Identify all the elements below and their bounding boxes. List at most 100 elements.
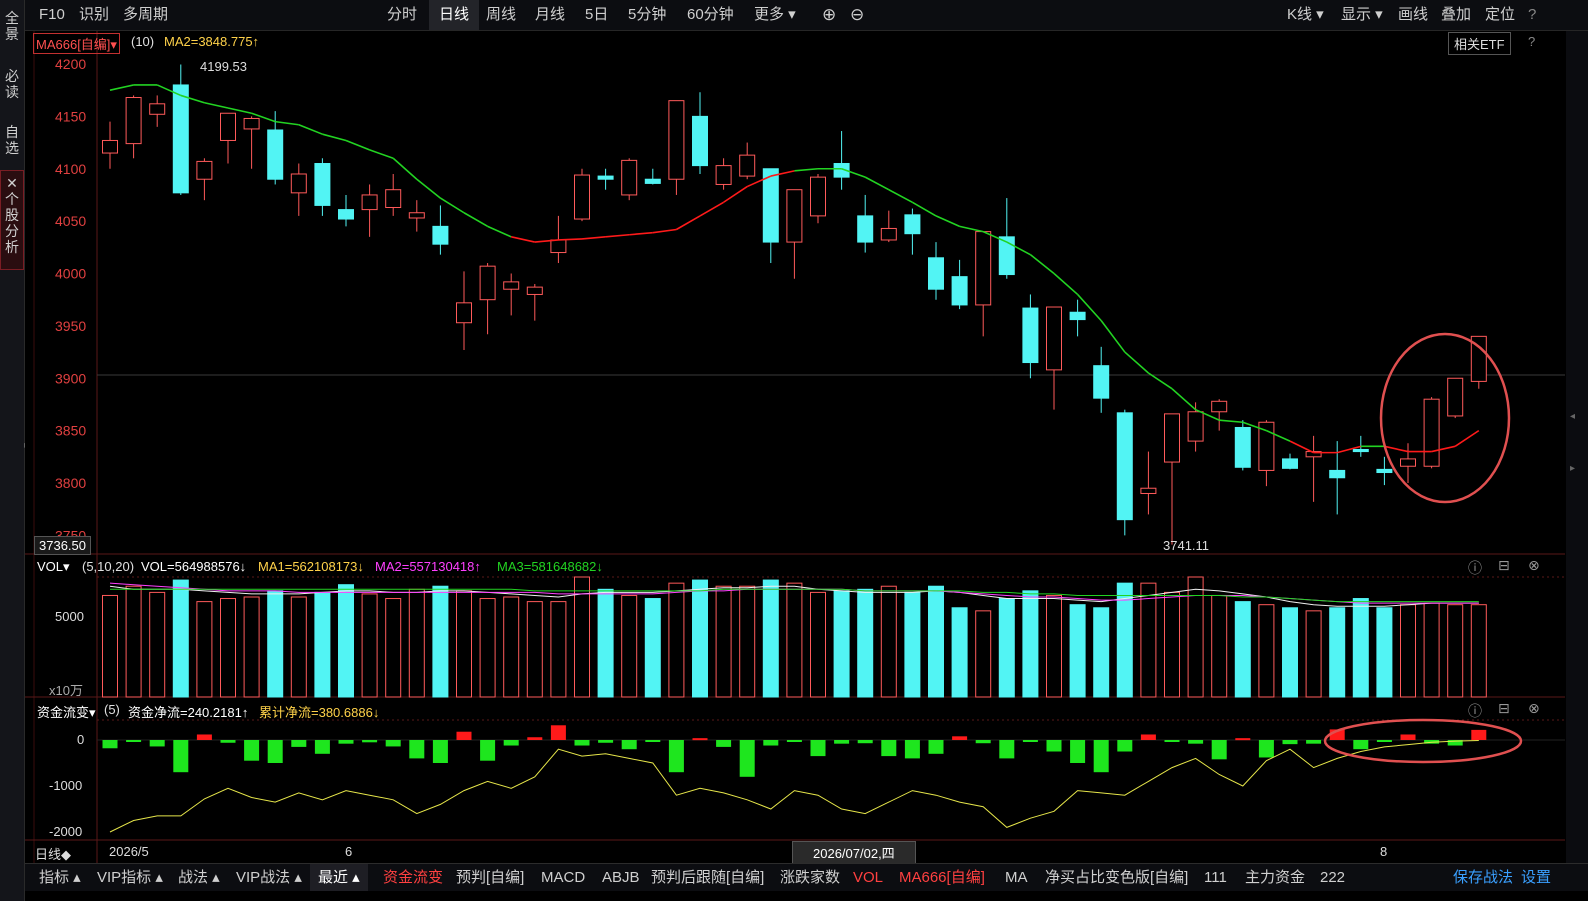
- volume-bar: [1376, 607, 1393, 698]
- vol-value: VOL=564988576↓: [141, 559, 247, 574]
- fundflow-indicator-selector[interactable]: 资金流变▾: [37, 702, 96, 721]
- help-icon[interactable]: ?: [1528, 0, 1536, 30]
- fund-flow-bar: [1235, 738, 1251, 741]
- panel-help-icon[interactable]: ?: [1528, 34, 1535, 49]
- tab-111[interactable]: 111: [1204, 864, 1227, 891]
- tab-ma[interactable]: MA: [1005, 864, 1028, 891]
- fund-help-icon[interactable]: ⓘ: [1468, 701, 1482, 721]
- tab-fund-flow[interactable]: 资金流变: [383, 864, 443, 891]
- vip-indicator-menu[interactable]: VIP指标 ▴: [97, 864, 163, 891]
- fund-close-icon[interactable]: ⊗: [1528, 700, 1540, 717]
- settings-link[interactable]: 设置: [1521, 864, 1551, 891]
- price-y-tick: 4000: [55, 266, 86, 282]
- zoom-in-icon[interactable]: ⊕: [822, 0, 836, 30]
- vol-indicator-selector[interactable]: VOL▾: [37, 559, 70, 575]
- volume-bar: [456, 590, 472, 698]
- draw-line-button[interactable]: 画线: [1398, 0, 1428, 30]
- related-etf-button[interactable]: 相关ETF: [1448, 32, 1511, 55]
- fundflow-y-tick: 0: [77, 732, 85, 747]
- tab-monthly[interactable]: 月线: [535, 0, 565, 30]
- vol-ma2-value: MA2=557130418↑: [375, 559, 481, 574]
- fund-flow-bar: [244, 740, 260, 761]
- period-selector[interactable]: 日线◆: [35, 844, 71, 863]
- fund-flow-bar: [291, 740, 307, 747]
- vol-help-icon[interactable]: ⓘ: [1468, 558, 1482, 578]
- vol-close-icon[interactable]: ⊗: [1528, 557, 1540, 574]
- fund-flow-bar: [385, 740, 401, 747]
- tab-weekly[interactable]: 周线: [486, 0, 516, 30]
- tab-predict-follow[interactable]: 预判后跟随[自编]: [651, 864, 764, 891]
- sidebar-item-overview[interactable]: 全 景: [0, 10, 24, 42]
- sidebar-item-stock-analysis[interactable]: ✕ 个 股 分 析: [0, 170, 24, 270]
- sidebar-item-must-read[interactable]: 必 读: [0, 68, 24, 100]
- indicator-menu[interactable]: 指标 ▴: [39, 864, 81, 891]
- multi-period-button[interactable]: 多周期: [123, 0, 168, 30]
- tab-daily[interactable]: 日线: [429, 0, 480, 30]
- tab-60min[interactable]: 60分钟: [687, 0, 734, 30]
- candle-body: [1046, 306, 1062, 371]
- candle-body: [1069, 311, 1086, 321]
- candle-body: [172, 84, 189, 194]
- low-price-label: 3741.11: [1163, 538, 1210, 553]
- ma-indicator-selector[interactable]: MA666[自编]▾: [33, 33, 120, 54]
- expand-arrow-icon[interactable]: ◂: [1570, 411, 1575, 422]
- fund-flow-bar: [503, 740, 519, 746]
- candle-body: [149, 103, 166, 115]
- candle-body: [338, 209, 354, 220]
- overlay-button[interactable]: 叠加: [1441, 0, 1471, 30]
- strategy-menu[interactable]: 战法 ▴: [178, 864, 220, 891]
- tab-main-fund[interactable]: 主力资金: [1245, 864, 1305, 891]
- candle-body: [597, 175, 614, 180]
- crosshair-date-readout: 2026/07/02,四: [792, 841, 916, 864]
- fund-settings-icon[interactable]: ⊟: [1498, 700, 1510, 717]
- tab-5day[interactable]: 5日: [585, 0, 608, 30]
- zoom-out-icon[interactable]: ⊖: [850, 0, 864, 30]
- candle-body: [1164, 413, 1180, 463]
- recent-menu[interactable]: 最近 ▴: [310, 864, 368, 891]
- tab-vol[interactable]: VOL: [853, 864, 883, 891]
- volume-bar: [1093, 607, 1110, 698]
- candle-body: [503, 281, 520, 290]
- f10-button[interactable]: F10: [39, 0, 65, 30]
- tab-predict[interactable]: 预判[自编]: [456, 864, 524, 891]
- locate-button[interactable]: 定位: [1485, 0, 1515, 30]
- expand-arrow-icon[interactable]: ▸: [1570, 463, 1575, 474]
- candle-body: [1423, 398, 1440, 467]
- cum-flow-value: 累计净流=380.6886↓: [259, 705, 380, 720]
- fund-flow-bar: [1022, 740, 1038, 742]
- tab-intraday[interactable]: 分时: [387, 0, 417, 30]
- fund-flow-bar: [1211, 740, 1227, 760]
- vip-strategy-menu[interactable]: VIP战法 ▴: [236, 864, 302, 891]
- tab-macd[interactable]: MACD: [541, 864, 585, 891]
- kline-dropdown[interactable]: K线 ▾: [1287, 0, 1324, 30]
- volume-bar: [857, 588, 874, 698]
- more-dropdown[interactable]: 更多 ▾: [754, 0, 796, 30]
- tab-5min[interactable]: 5分钟: [628, 0, 666, 30]
- candle-body: [928, 257, 944, 290]
- price-y-tick: 4200: [55, 56, 86, 72]
- save-strategy-link[interactable]: 保存战法: [1453, 864, 1513, 891]
- tab-ma666[interactable]: MA666[自编]: [899, 864, 985, 891]
- volume-bar: [668, 582, 685, 698]
- price-y-tick: 4100: [55, 161, 86, 177]
- candle-body: [385, 189, 402, 209]
- tab-abjb[interactable]: ABJB: [602, 864, 640, 891]
- volume-bar: [1423, 602, 1440, 698]
- fund-flow-bar: [173, 740, 189, 773]
- volume-bar: [526, 601, 543, 698]
- display-dropdown[interactable]: 显示 ▾: [1341, 0, 1383, 30]
- vol-settings-icon[interactable]: ⊟: [1498, 557, 1510, 574]
- right-scroll-strip[interactable]: ◂ ▸: [1566, 31, 1588, 863]
- identify-button[interactable]: 识别: [79, 0, 109, 30]
- fund-flow-bar: [1117, 740, 1133, 752]
- tab-net-buy-ratio[interactable]: 净买占比变色版[自编]: [1045, 864, 1188, 891]
- tab-222[interactable]: 222: [1320, 864, 1345, 891]
- volume-bar: [1305, 610, 1322, 698]
- candle-body: [715, 165, 732, 185]
- volume-bar: [1329, 607, 1346, 698]
- fund-flow-bar: [952, 736, 968, 740]
- candle-body: [1282, 458, 1298, 469]
- sidebar-item-watchlist[interactable]: 自 选: [0, 124, 24, 156]
- volume-bar: [1140, 582, 1157, 698]
- tab-advance-decline[interactable]: 涨跌家数: [780, 864, 840, 891]
